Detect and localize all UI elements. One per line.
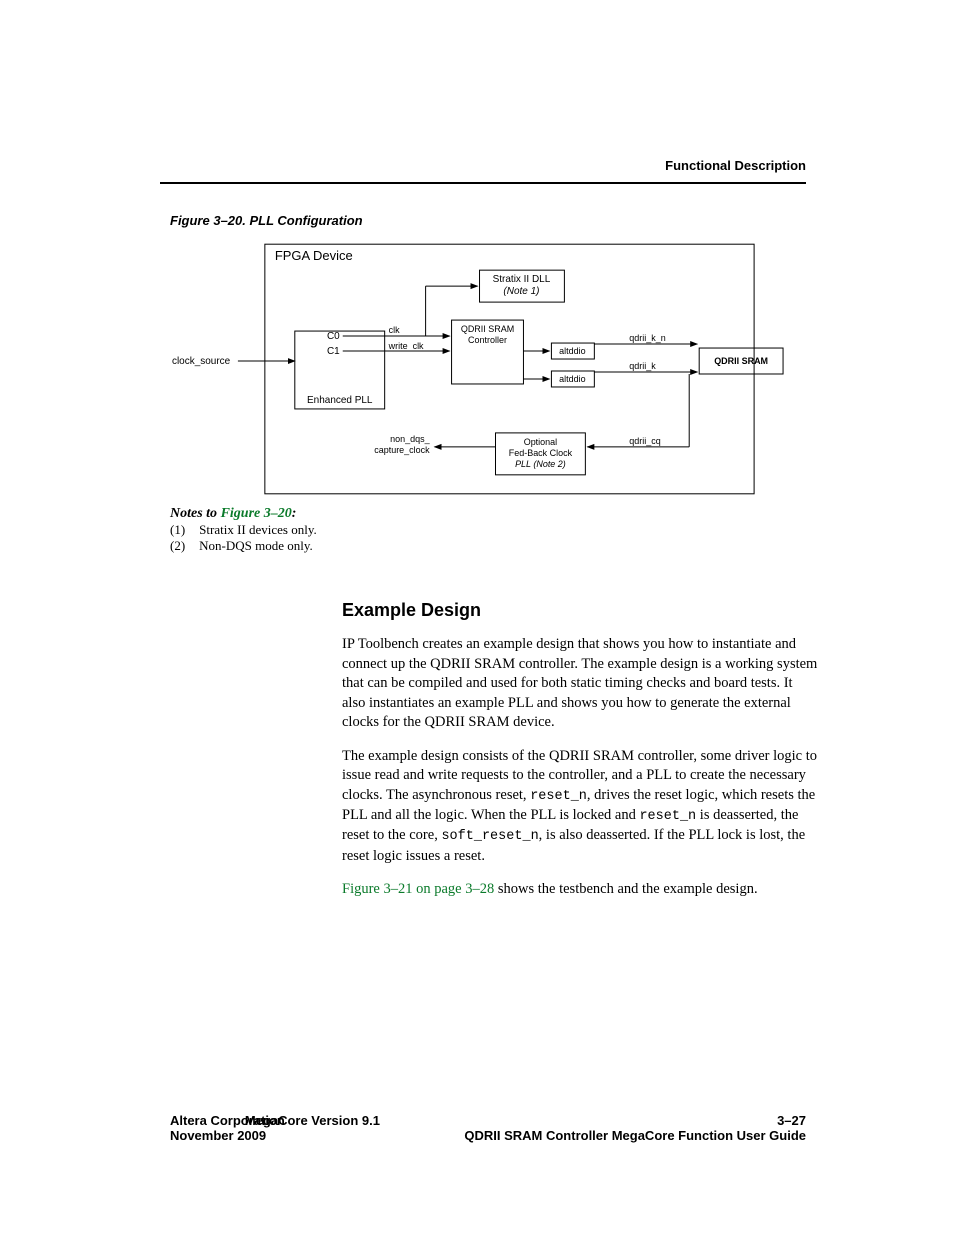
note-2-text: Non-DQS mode only.	[199, 538, 313, 554]
p2-code3: soft_reset_n	[441, 829, 538, 844]
footer-pagenum: 3–27	[777, 1113, 806, 1128]
altddio2-label: altddio	[559, 374, 585, 384]
paragraph-2: The example design consists of the QDRII…	[342, 747, 819, 866]
enhanced-pll-label: Enhanced PLL	[307, 395, 373, 406]
p2-code1: reset_n	[530, 789, 587, 804]
dll-label-1: Stratix II DLL	[493, 274, 551, 285]
fbpll-l3: PLL (Note 2)	[515, 459, 566, 469]
figure-note-1: (1) Stratix II devices only.	[170, 522, 819, 538]
figure-caption: Figure 3–20. PLL Configuration	[170, 213, 819, 228]
fbpll-l1: Optional	[524, 437, 557, 447]
ctrl-label-2: Controller	[468, 335, 507, 345]
header-rule	[160, 182, 806, 184]
p2-code2: reset_n	[639, 809, 696, 824]
footer-center: MegaCore Version 9.1	[245, 1113, 380, 1128]
kn-label: qdrii_k_n	[629, 333, 665, 343]
nondqs-l1: non_dqs_	[390, 434, 430, 444]
write-clk-label: write_clk	[388, 341, 424, 351]
figure-note-2: (2) Non-DQS mode only.	[170, 538, 819, 554]
fig321-link[interactable]: Figure 3–21 on page 3–28	[342, 881, 494, 897]
fbpll-l2: Fed-Back Clock	[509, 448, 573, 458]
page-header: Functional Description	[665, 158, 806, 173]
section-heading: Example Design	[342, 600, 819, 621]
note-1-number: (1)	[170, 522, 185, 538]
note-1-text: Stratix II devices only.	[199, 522, 317, 538]
p3-rest: shows the testbench and the example desi…	[494, 881, 757, 897]
footer-date: November 2009	[170, 1128, 285, 1143]
fpga-device-label: FPGA Device	[275, 248, 353, 263]
notes-lead: Notes to	[170, 506, 221, 521]
c0-label: C0	[327, 331, 340, 342]
k-label: qdrii_k	[629, 361, 656, 371]
figure-notes-heading: Notes to Figure 3–20:	[170, 506, 819, 522]
page-footer: Altera Corporation November 2009 MegaCor…	[170, 1113, 806, 1143]
c1-label: C1	[327, 346, 340, 357]
footer-doc-title: QDRII SRAM Controller MegaCore Function …	[285, 1128, 806, 1143]
clock-source-label: clock_source	[172, 356, 231, 367]
pll-configuration-diagram: FPGA Device Stratix II DLL (Note 1) cloc…	[170, 238, 819, 500]
notes-trail: :	[292, 506, 297, 521]
header-section-title: Functional Description	[665, 158, 806, 173]
altddio1-label: altddio	[559, 346, 585, 356]
notes-figref: Figure 3–20	[221, 506, 292, 521]
cq-label: qdrii_cq	[629, 436, 660, 446]
clk-label: clk	[389, 325, 400, 335]
ctrl-label-1: QDRII SRAM	[461, 324, 514, 334]
nondqs-l2: capture_clock	[374, 445, 430, 455]
sram-label: QDRII SRAM	[714, 356, 768, 366]
paragraph-1: IP Toolbench creates an example design t…	[342, 635, 819, 733]
note-2-number: (2)	[170, 538, 185, 554]
paragraph-3: Figure 3–21 on page 3–28 shows the testb…	[342, 880, 819, 900]
dll-label-2: (Note 1)	[503, 286, 539, 297]
